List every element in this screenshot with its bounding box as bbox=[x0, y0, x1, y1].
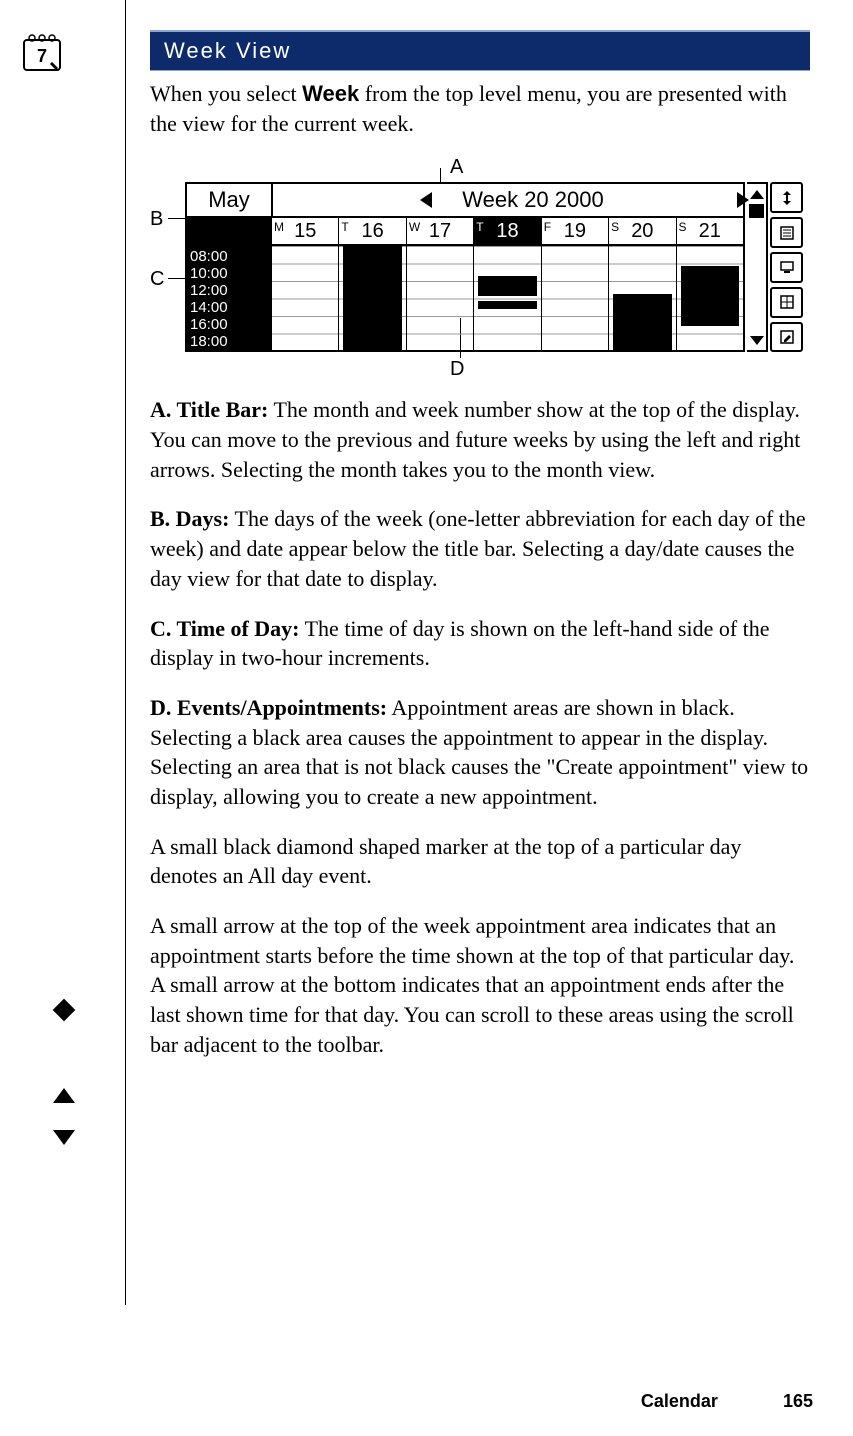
leader-line bbox=[168, 218, 186, 219]
week-title-text: Week 20 2000 bbox=[462, 187, 603, 213]
grid-col-fri[interactable] bbox=[541, 246, 608, 351]
day-cell-thu[interactable]: T18 bbox=[473, 218, 540, 244]
paragraph-diamond: A small black diamond shaped marker at t… bbox=[150, 832, 810, 891]
appointment-block[interactable] bbox=[343, 246, 401, 351]
up-arrow-icon bbox=[53, 1088, 75, 1103]
time-label: 14:00 bbox=[190, 299, 268, 316]
day-cell-sat[interactable]: S20 bbox=[608, 218, 675, 244]
ends-after-icon bbox=[636, 343, 650, 352]
week-display: May Week 20 2000 M15 T16 W17 T18 bbox=[185, 182, 745, 352]
week-title: Week 20 2000 bbox=[273, 184, 743, 216]
time-label: 10:00 bbox=[190, 265, 268, 282]
day-cell-fri[interactable]: F19 bbox=[541, 218, 608, 244]
paragraph-b: B. Days: The days of the week (one-lette… bbox=[150, 504, 810, 593]
appointment-block[interactable] bbox=[681, 266, 739, 326]
paragraph-arrows: A small arrow at the top of the week app… bbox=[150, 911, 810, 1059]
leader-line bbox=[440, 168, 441, 182]
grid-view-icon[interactable] bbox=[770, 287, 803, 318]
para-a-title: A. Title Bar: bbox=[150, 397, 268, 422]
svg-text:7: 7 bbox=[37, 46, 47, 66]
grid-col-tue[interactable] bbox=[338, 246, 405, 351]
section-header: Week View bbox=[150, 30, 810, 71]
para-b-title: B. Days: bbox=[150, 506, 229, 531]
callout-d: D bbox=[450, 358, 464, 381]
time-label: 12:00 bbox=[190, 282, 268, 299]
grid-col-mon[interactable] bbox=[271, 246, 338, 351]
footer-section: Calendar bbox=[641, 1391, 718, 1411]
week-view-figure: A B C D May Week 20 2000 bbox=[150, 158, 810, 383]
scroll-track[interactable] bbox=[747, 204, 766, 330]
corner-spacer bbox=[187, 218, 271, 244]
edit-icon[interactable] bbox=[770, 322, 803, 353]
grid-col-sun[interactable] bbox=[676, 246, 743, 351]
time-label: 08:00 bbox=[190, 248, 268, 265]
callout-b: B bbox=[150, 208, 163, 231]
page-footer: Calendar 165 bbox=[641, 1391, 813, 1412]
appointment-block[interactable] bbox=[478, 276, 536, 296]
vertical-rule bbox=[125, 0, 126, 1305]
intro-text-before: When you select bbox=[150, 81, 302, 106]
para-c-title: C. Time of Day: bbox=[150, 616, 300, 641]
grid-col-sat[interactable] bbox=[608, 246, 675, 351]
intro-paragraph: When you select Week from the top level … bbox=[150, 79, 810, 138]
intro-bold-word: Week bbox=[302, 81, 359, 106]
para-b-body: The days of the week (one-letter abbrevi… bbox=[150, 506, 806, 590]
scroll-down-button[interactable] bbox=[747, 330, 766, 350]
para-d-title: D. Events/Appointments: bbox=[150, 695, 387, 720]
calendar-page-icon: 7 bbox=[20, 30, 64, 79]
grid-col-wed[interactable] bbox=[406, 246, 473, 351]
prev-week-arrow-icon[interactable] bbox=[420, 192, 432, 208]
scroll-sync-icon[interactable] bbox=[770, 182, 803, 213]
callout-c: C bbox=[150, 268, 164, 291]
diamond-icon bbox=[56, 1002, 72, 1018]
month-button[interactable]: May bbox=[187, 184, 273, 216]
day-cell-sun[interactable]: S21 bbox=[676, 218, 743, 244]
paragraph-c: C. Time of Day: The time of day is shown… bbox=[150, 614, 810, 673]
grid-col-thu[interactable] bbox=[473, 246, 540, 351]
content-area: Week View When you select Week from the … bbox=[150, 30, 810, 1079]
days-row: M15 T16 W17 T18 F19 S20 S21 bbox=[187, 218, 743, 246]
day-cell-mon[interactable]: M15 bbox=[271, 218, 338, 244]
time-label: 18:00 bbox=[190, 333, 268, 350]
side-toolbar bbox=[747, 182, 803, 352]
scrollbar[interactable] bbox=[747, 182, 768, 352]
time-column: 08:00 10:00 12:00 14:00 16:00 18:00 bbox=[187, 246, 271, 351]
scroll-up-button[interactable] bbox=[747, 184, 766, 204]
screen-icon[interactable] bbox=[770, 252, 803, 283]
scroll-thumb[interactable] bbox=[749, 204, 764, 218]
day-cell-wed[interactable]: W17 bbox=[406, 218, 473, 244]
footer-page-number: 165 bbox=[783, 1391, 813, 1411]
callout-a: A bbox=[450, 156, 463, 179]
paragraph-a: A. Title Bar: The month and week number … bbox=[150, 395, 810, 484]
time-label: 16:00 bbox=[190, 316, 268, 333]
appointment-block[interactable] bbox=[478, 301, 536, 309]
leader-line bbox=[168, 278, 186, 279]
day-cell-tue[interactable]: T16 bbox=[338, 218, 405, 244]
list-view-icon[interactable] bbox=[770, 217, 803, 248]
down-arrow-icon bbox=[53, 1130, 75, 1145]
paragraph-d: D. Events/Appointments: Appointment area… bbox=[150, 693, 810, 812]
